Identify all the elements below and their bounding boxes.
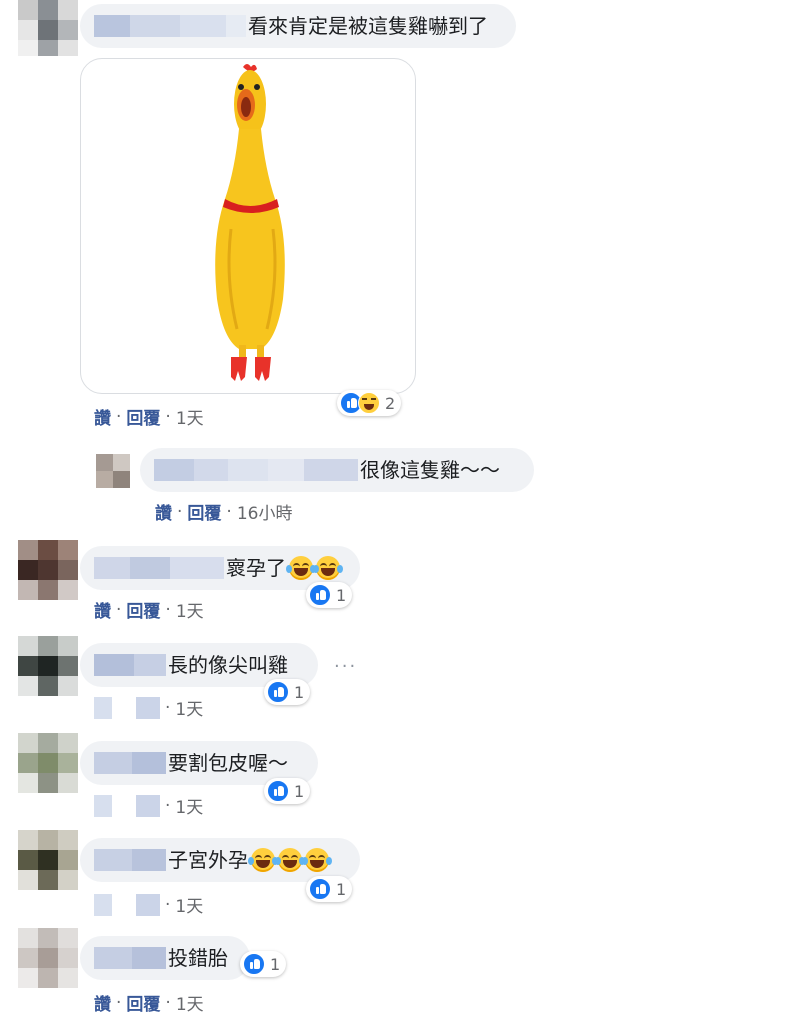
avatar[interactable] xyxy=(18,540,78,600)
separator: · xyxy=(177,501,183,522)
blurred-actions xyxy=(94,696,112,719)
blurred-actions xyxy=(136,794,160,817)
commenter-name[interactable] xyxy=(154,459,358,481)
separator: · xyxy=(116,406,122,427)
separator: · xyxy=(116,992,122,1013)
commenter-name[interactable] xyxy=(94,15,246,37)
reaction-count: 2 xyxy=(385,393,396,413)
comment-bubble: 投錯胎 xyxy=(80,936,250,980)
timestamp[interactable]: 1天 xyxy=(175,695,203,720)
comment-meta: · 1天 xyxy=(94,892,203,917)
reply-link[interactable]: 回覆 xyxy=(126,404,160,429)
comment-text: 子宮外孕 xyxy=(168,848,248,872)
blurred-actions xyxy=(136,696,160,719)
blurred-actions xyxy=(94,794,112,817)
like-link[interactable]: 讚 xyxy=(94,990,111,1015)
comment-meta: · 1天 xyxy=(94,695,203,720)
like-link[interactable]: 讚 xyxy=(94,597,111,622)
separator: · xyxy=(165,992,171,1013)
like-icon xyxy=(243,953,265,975)
separator: · xyxy=(116,599,122,620)
timestamp[interactable]: 1天 xyxy=(176,404,204,429)
avatar[interactable] xyxy=(18,928,78,988)
reaction-summary[interactable]: 1 xyxy=(306,582,353,608)
timestamp[interactable]: 1天 xyxy=(175,892,203,917)
avatar[interactable] xyxy=(96,454,130,488)
reaction-summary[interactable]: 1 xyxy=(264,679,311,705)
comment-image[interactable] xyxy=(80,58,416,394)
separator: · xyxy=(165,795,171,816)
blurred-actions xyxy=(94,893,112,916)
comment-text: 很像這隻雞～～ xyxy=(360,458,500,482)
comment-text: 要割包皮喔～ xyxy=(168,751,288,775)
separator: · xyxy=(165,697,171,718)
reaction-count: 1 xyxy=(294,682,305,702)
like-icon xyxy=(267,681,289,703)
separator: · xyxy=(165,599,171,620)
reply-link[interactable]: 回覆 xyxy=(126,597,160,622)
laughing-crying-emoji-icon xyxy=(248,848,278,872)
timestamp[interactable]: 1天 xyxy=(176,990,204,1015)
reaction-count: 1 xyxy=(294,781,305,801)
blurred-actions xyxy=(136,893,160,916)
rubber-chicken-image xyxy=(215,64,285,381)
reaction-count: 1 xyxy=(270,954,281,974)
like-link[interactable]: 讚 xyxy=(94,404,111,429)
comment-text: 褱孕了 xyxy=(226,556,286,580)
comment-text: 看來肯定是被這隻雞嚇到了 xyxy=(248,14,488,38)
timestamp[interactable]: 16小時 xyxy=(237,499,293,524)
avatar[interactable] xyxy=(18,0,78,56)
comment-meta: 讚 · 回覆 · 1天 xyxy=(94,597,204,623)
timestamp[interactable]: 1天 xyxy=(175,793,203,818)
like-icon xyxy=(309,878,331,900)
comment-meta: 讚 · 回覆 · 16小時 xyxy=(155,499,293,525)
comment-meta: 讚 · 回覆 · 1天 xyxy=(94,990,204,1016)
reaction-summary[interactable]: 1 xyxy=(264,778,311,804)
avatar[interactable] xyxy=(18,733,78,793)
like-link[interactable]: 讚 xyxy=(155,499,172,524)
comment-text: 投錯胎 xyxy=(168,946,228,970)
reaction-summary[interactable]: 2 xyxy=(337,390,402,416)
comment-bubble: 很像這隻雞～～ xyxy=(140,448,534,492)
commenter-name[interactable] xyxy=(94,849,166,871)
reply-link[interactable]: 回覆 xyxy=(187,499,221,524)
laughing-crying-emoji-icon xyxy=(275,848,305,872)
comment-bubble: 看來肯定是被這隻雞嚇到了 xyxy=(80,4,516,48)
commenter-name[interactable] xyxy=(94,654,166,676)
comment-text: 長的像尖叫雞 xyxy=(168,653,288,677)
laughing-crying-emoji-icon xyxy=(286,556,316,580)
reaction-count: 1 xyxy=(336,879,347,899)
reaction-count: 1 xyxy=(336,585,347,605)
separator: · xyxy=(165,894,171,915)
haha-icon xyxy=(358,392,380,414)
like-icon xyxy=(267,780,289,802)
commenter-name[interactable] xyxy=(94,947,166,969)
like-icon xyxy=(309,584,331,606)
comment-meta: 讚 · 回覆 · 1天 xyxy=(94,404,204,430)
reaction-summary[interactable]: 1 xyxy=(306,876,353,902)
timestamp[interactable]: 1天 xyxy=(176,597,204,622)
reply-link[interactable]: 回覆 xyxy=(126,990,160,1015)
separator: · xyxy=(226,501,232,522)
commenter-name[interactable] xyxy=(94,557,224,579)
avatar[interactable] xyxy=(18,830,78,890)
comment-meta: · 1天 xyxy=(94,793,203,818)
laughing-crying-emoji-icon xyxy=(313,556,343,580)
more-options-icon[interactable]: ··· xyxy=(334,656,357,677)
reaction-summary[interactable]: 1 xyxy=(240,951,287,977)
laughing-crying-emoji-icon xyxy=(302,848,332,872)
commenter-name[interactable] xyxy=(94,752,166,774)
separator: · xyxy=(165,406,171,427)
avatar[interactable] xyxy=(18,636,78,696)
